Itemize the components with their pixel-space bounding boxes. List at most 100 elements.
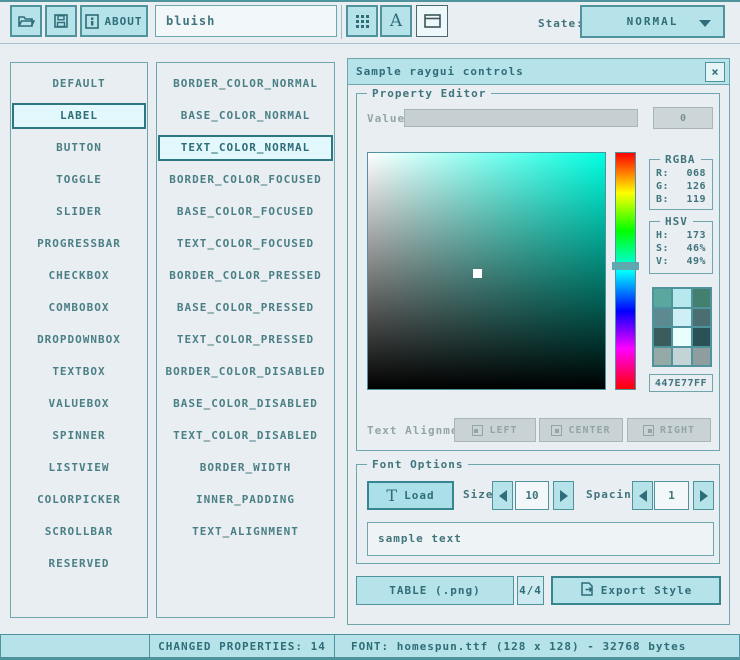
control-item-label[interactable]: LABEL xyxy=(12,103,146,129)
style-swatch-10[interactable] xyxy=(673,348,690,366)
s-label: S: xyxy=(656,242,669,255)
style-swatch-6[interactable] xyxy=(654,328,671,346)
spacing-value-box[interactable]: 1 xyxy=(654,481,689,510)
style-swatch-0[interactable] xyxy=(654,289,671,307)
control-item-spinner[interactable]: SPINNER xyxy=(12,423,146,449)
b-label: B: xyxy=(656,193,669,206)
control-item-listview[interactable]: LISTVIEW xyxy=(12,455,146,481)
control-item-dropdownbox[interactable]: DROPDOWNBOX xyxy=(12,327,146,353)
triangle-right-icon xyxy=(560,490,568,502)
window-titlebar[interactable]: Sample raygui controls × xyxy=(348,59,729,85)
style-swatch-5[interactable] xyxy=(693,309,710,327)
style-swatch-1[interactable] xyxy=(673,289,690,307)
value-slider[interactable] xyxy=(404,109,638,127)
folder-icon xyxy=(17,13,35,29)
property-item-border-color-focused[interactable]: BORDER_COLOR_FOCUSED xyxy=(158,167,333,193)
control-item-toggle[interactable]: TOGGLE xyxy=(12,167,146,193)
r-label: R: xyxy=(656,167,669,180)
property-item-text-color-focused[interactable]: TEXT_COLOR_FOCUSED xyxy=(158,231,333,257)
status-font-info: FONT: homespun.ttf (128 x 128) - 32768 b… xyxy=(334,634,740,658)
triangle-right-icon xyxy=(700,490,708,502)
control-item-button[interactable]: BUTTON xyxy=(12,135,146,161)
close-button[interactable]: × xyxy=(705,62,725,82)
control-item-valuebox[interactable]: VALUEBOX xyxy=(12,391,146,417)
hex-value-box[interactable]: 447E77FF xyxy=(649,374,713,392)
hsv-h-row: H: 173 xyxy=(656,229,706,242)
property-item-border-width[interactable]: BORDER_WIDTH xyxy=(158,455,333,481)
property-item-base-color-normal[interactable]: BASE_COLOR_NORMAL xyxy=(158,103,333,129)
color-picker-panel[interactable] xyxy=(367,152,606,390)
grid-view-button[interactable] xyxy=(346,5,378,37)
control-item-textbox[interactable]: TEXTBOX xyxy=(12,359,146,385)
control-item-scrollbar[interactable]: SCROLLBAR xyxy=(12,519,146,545)
window-view-button[interactable] xyxy=(416,5,448,37)
control-item-progressbar[interactable]: PROGRESSBAR xyxy=(12,231,146,257)
hue-handle[interactable] xyxy=(612,262,639,270)
load-font-label: Load xyxy=(404,489,435,502)
spacing-decrement-button[interactable] xyxy=(632,481,653,510)
size-increment-button[interactable] xyxy=(553,481,574,510)
align-left-button[interactable]: LEFT xyxy=(454,418,536,442)
hue-slider[interactable] xyxy=(615,152,636,390)
export-table-button[interactable]: TABLE (.png) xyxy=(356,576,514,605)
control-item-slider[interactable]: SLIDER xyxy=(12,199,146,225)
property-item-base-color-focused[interactable]: BASE_COLOR_FOCUSED xyxy=(158,199,333,225)
property-item-text-color-disabled[interactable]: TEXT_COLOR_DISABLED xyxy=(158,423,333,449)
align-left-label: LEFT xyxy=(489,425,517,436)
grid-icon xyxy=(356,15,369,28)
property-item-border-color-disabled[interactable]: BORDER_COLOR_DISABLED xyxy=(158,359,333,385)
size-value-box[interactable]: 10 xyxy=(515,481,549,510)
status-changed-properties: CHANGED PROPERTIES: 14 xyxy=(149,634,335,658)
property-item-base-color-disabled[interactable]: BASE_COLOR_DISABLED xyxy=(158,391,333,417)
align-right-button[interactable]: RIGHT xyxy=(627,418,711,442)
about-button[interactable]: ABOUT xyxy=(80,5,148,37)
letter-a-icon: A xyxy=(390,11,402,31)
v-value: 49% xyxy=(686,255,706,268)
state-dropdown[interactable]: NORMAL xyxy=(580,5,725,38)
chevron-down-icon xyxy=(699,20,711,27)
r-value: 068 xyxy=(686,167,706,180)
align-right-icon xyxy=(643,425,654,436)
control-item-checkbox[interactable]: CHECKBOX xyxy=(12,263,146,289)
style-swatch-3[interactable] xyxy=(654,309,671,327)
sample-text-box[interactable]: sample text xyxy=(367,522,714,556)
style-swatch-8[interactable] xyxy=(693,328,710,346)
window-title: Sample raygui controls xyxy=(348,65,524,78)
property-item-border-color-normal[interactable]: BORDER_COLOR_NORMAL xyxy=(158,71,333,97)
control-item-reserved[interactable]: RESERVED xyxy=(12,551,146,577)
style-swatch-2[interactable] xyxy=(693,289,710,307)
property-item-inner-padding[interactable]: INNER_PADDING xyxy=(158,487,333,513)
font-options-group: Font Options T Load Size: 10 Spacing: 1 … xyxy=(356,464,720,564)
control-item-default[interactable]: DEFAULT xyxy=(12,71,146,97)
align-center-button[interactable]: CENTER xyxy=(539,418,623,442)
style-name-input[interactable]: bluish xyxy=(155,5,337,37)
triangle-left-icon xyxy=(639,490,647,502)
export-style-label: Export Style xyxy=(601,584,692,597)
property-item-border-color-pressed[interactable]: BORDER_COLOR_PRESSED xyxy=(158,263,333,289)
properties-panel: BORDER_COLOR_NORMAL BASE_COLOR_NORMAL TEXT… xyxy=(156,62,335,618)
style-swatch-9[interactable] xyxy=(654,348,671,366)
control-item-colorpicker[interactable]: COLORPICKER xyxy=(12,487,146,513)
style-swatch-7[interactable] xyxy=(673,328,690,346)
export-format-pager-button[interactable]: 4/4 xyxy=(517,576,544,605)
property-item-text-color-normal[interactable]: TEXT_COLOR_NORMAL xyxy=(158,135,333,161)
about-button-label: ABOUT xyxy=(104,15,142,28)
style-swatch-11[interactable] xyxy=(693,348,710,366)
spacing-increment-button[interactable] xyxy=(693,481,714,510)
open-style-button[interactable] xyxy=(10,5,42,37)
sv-cursor[interactable] xyxy=(473,269,482,278)
font-view-button[interactable]: A xyxy=(380,5,412,37)
property-item-text-alignment[interactable]: TEXT_ALIGNMENT xyxy=(158,519,333,545)
export-style-button[interactable]: Export Style xyxy=(551,576,721,605)
size-decrement-button[interactable] xyxy=(492,481,513,510)
property-item-text-color-pressed[interactable]: TEXT_COLOR_PRESSED xyxy=(158,327,333,353)
save-style-button[interactable] xyxy=(45,5,77,37)
load-font-button[interactable]: T Load xyxy=(367,481,454,510)
rgba-group: RGBA R: 068 G: 126 B: 119 xyxy=(649,159,713,210)
value-button[interactable]: 0 xyxy=(653,107,713,129)
rgba-group-label: RGBA xyxy=(660,153,701,166)
control-item-combobox[interactable]: COMBOBOX xyxy=(12,295,146,321)
property-item-base-color-pressed[interactable]: BASE_COLOR_PRESSED xyxy=(158,295,333,321)
font-options-group-label: Font Options xyxy=(367,458,468,471)
style-swatch-4[interactable] xyxy=(673,309,690,327)
